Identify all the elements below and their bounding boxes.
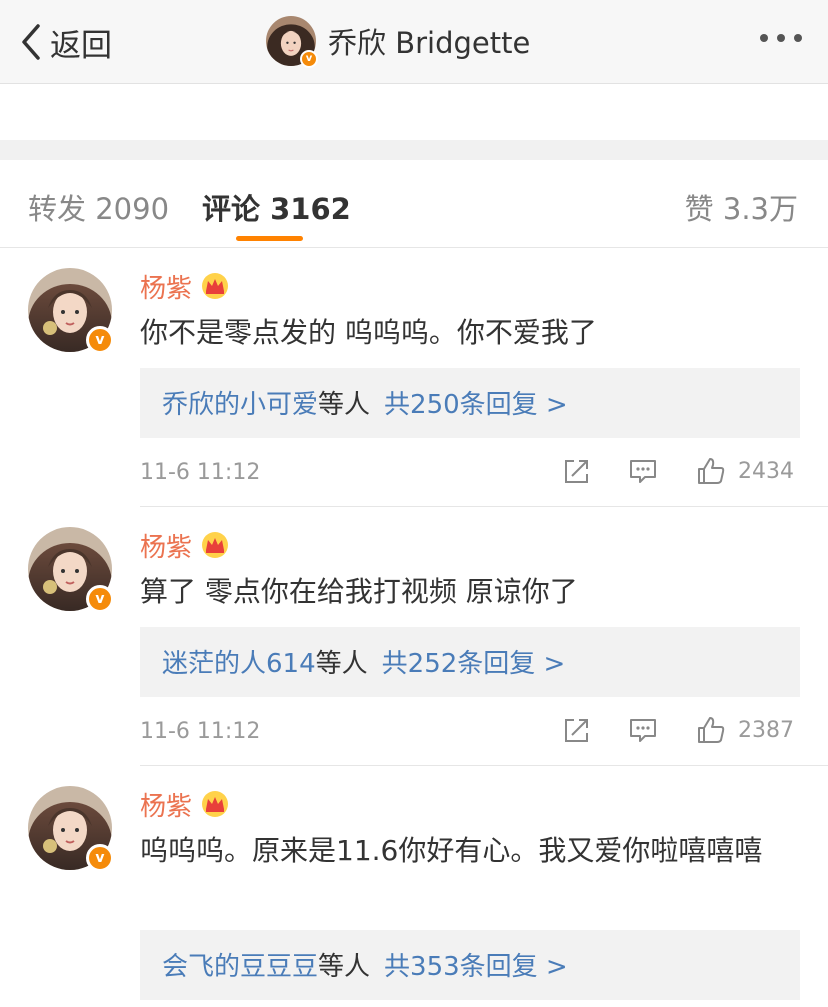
like-button[interactable]: 2434	[696, 456, 794, 486]
reply-summary-button[interactable]: 迷茫的人614等人 共252条回复 >	[140, 627, 800, 697]
avatar[interactable]: v	[266, 16, 318, 68]
reply-users[interactable]: 会飞的豆豆豆	[162, 952, 318, 982]
active-tab-indicator	[236, 236, 303, 241]
comment-meta: 11-6 11:12 2434	[140, 454, 800, 494]
back-button[interactable]: 返回	[18, 18, 112, 66]
crown-icon	[202, 273, 229, 299]
comment-text: 算了 零点你在给我打视频 原谅你了	[140, 575, 578, 608]
username[interactable]: 杨紫	[140, 527, 192, 564]
comment-divider	[140, 506, 828, 507]
back-label: 返回	[50, 27, 112, 64]
share-icon	[565, 460, 588, 483]
tab-bar: 转发 2090 评论 3162 赞 3.3万	[0, 160, 828, 248]
reply-others-label: 等人	[318, 390, 371, 420]
reply-count-link[interactable]: 共250条回复 >	[384, 390, 568, 420]
comment-meta: 11-6 11:12 2387	[140, 713, 800, 753]
more-dot-icon	[794, 34, 802, 42]
tab-like[interactable]: 赞 3.3万	[685, 186, 798, 228]
comment-divider	[140, 765, 828, 766]
comment-author: 杨紫	[140, 527, 230, 563]
section-separator	[0, 140, 828, 160]
like-count: 2434	[738, 458, 794, 484]
avatar[interactable]: v	[28, 527, 114, 613]
crown-icon	[202, 791, 229, 817]
username[interactable]: 杨紫	[140, 786, 192, 823]
comment-text: 呜呜呜。原来是11.6你好有心。我又爱你啦嘻嘻嘻	[140, 834, 763, 867]
share-icon	[565, 719, 588, 742]
profile-title[interactable]: v 乔欣 Bridgette	[266, 15, 531, 68]
reply-summary-button[interactable]: 乔欣的小可爱等人 共250条回复 >	[140, 368, 800, 438]
username[interactable]: 杨紫	[140, 268, 192, 305]
top-nav-bar: 返回 v 乔欣 Bridgette	[0, 0, 828, 84]
crown-icon	[202, 532, 229, 558]
reply-count-link[interactable]: 共353条回复 >	[384, 952, 568, 982]
like-button[interactable]: 2387	[696, 715, 794, 745]
reply-others-label: 等人	[318, 952, 371, 982]
avatar[interactable]: v	[28, 268, 114, 354]
reply-others-label: 等人	[315, 649, 368, 679]
more-dot-icon	[777, 34, 785, 42]
verified-badge: v	[86, 585, 114, 613]
verified-badge: v	[86, 326, 114, 354]
comment-author: 杨紫	[140, 786, 230, 822]
comment-icon	[630, 460, 656, 483]
share-button[interactable]	[562, 456, 592, 490]
comment-time: 11-6 11:12	[140, 719, 261, 744]
comment-author: 杨紫	[140, 268, 230, 304]
chevron-left-icon	[22, 24, 40, 60]
comment-icon	[630, 719, 656, 742]
share-button[interactable]	[562, 715, 592, 749]
comment-button[interactable]	[628, 456, 658, 490]
reply-summary-button[interactable]: 会飞的豆豆豆等人 共353条回复 >	[140, 930, 800, 1000]
avatar[interactable]: v	[28, 786, 114, 872]
more-dot-icon	[760, 34, 768, 42]
comment-button[interactable]	[628, 715, 658, 749]
tab-repost[interactable]: 转发 2090	[28, 186, 169, 228]
comment-text: 你不是零点发的 呜呜呜。你不爱我了	[140, 316, 597, 349]
reply-users[interactable]: 乔欣的小可爱	[162, 390, 318, 420]
thumbs-up-icon	[698, 458, 725, 484]
verified-badge: v	[86, 844, 114, 872]
reply-users[interactable]: 迷茫的人614	[162, 649, 316, 679]
page-title: 乔欣 Bridgette	[328, 26, 531, 60]
more-options-button[interactable]	[760, 34, 802, 42]
comment-time: 11-6 11:12	[140, 460, 261, 485]
like-count: 2387	[738, 717, 794, 743]
thumbs-up-icon	[698, 717, 725, 743]
tab-comment[interactable]: 评论 3162	[202, 186, 351, 228]
reply-count-link[interactable]: 共252条回复 >	[382, 649, 566, 679]
verified-badge: v	[300, 50, 318, 68]
